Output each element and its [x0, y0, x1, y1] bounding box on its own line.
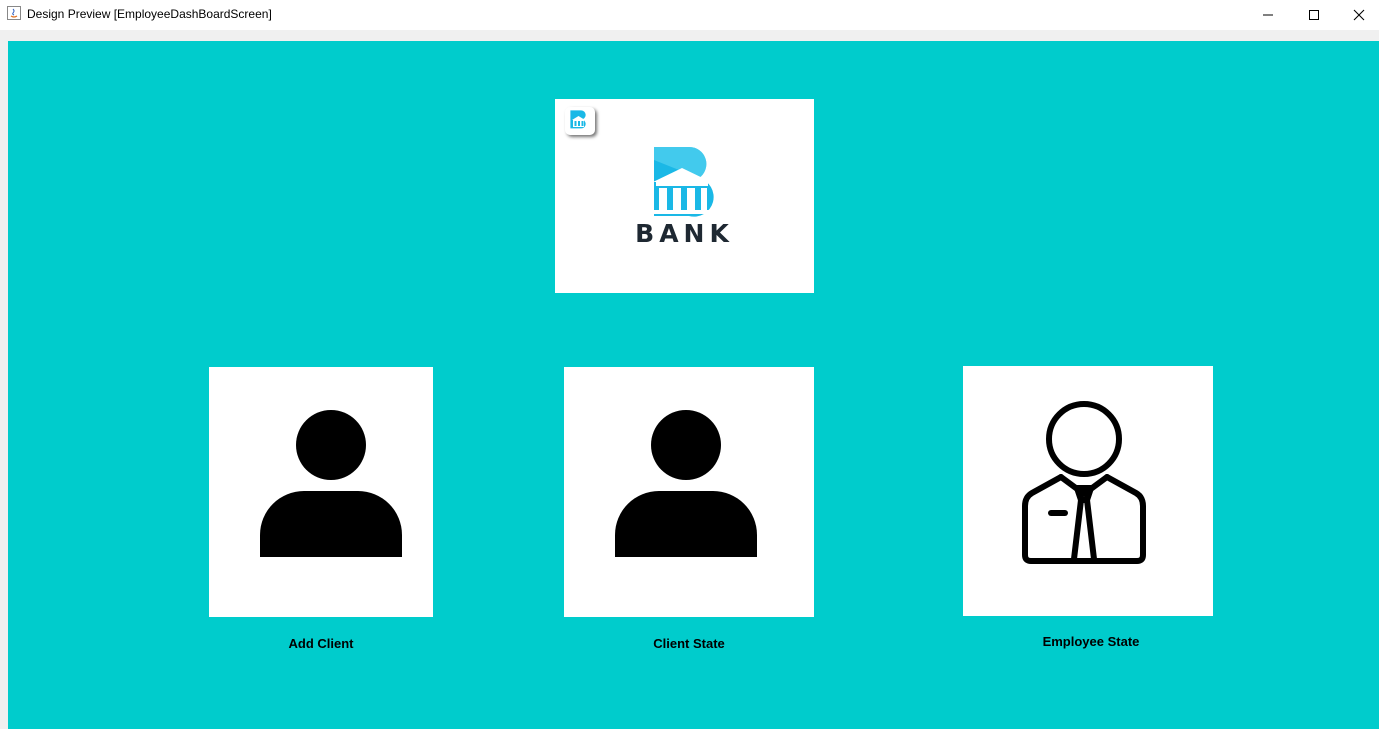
employee-tie-icon — [1022, 401, 1146, 564]
maximize-icon — [1309, 10, 1319, 20]
bank-logo-text: BANK — [635, 219, 734, 248]
add-client-label[interactable]: Add Client — [196, 636, 446, 651]
minimize-button[interactable] — [1245, 0, 1291, 30]
bank-building-icon — [653, 146, 714, 217]
employee-state-button[interactable] — [963, 366, 1213, 616]
bank-logo: BANK — [555, 99, 814, 293]
employee-state-label[interactable]: Employee State — [966, 634, 1216, 649]
close-button[interactable] — [1336, 0, 1379, 30]
close-icon — [1353, 9, 1365, 21]
bank-app-icon — [565, 107, 595, 135]
dashboard-panel: BANK Add Client Client State Employee St… — [8, 41, 1379, 729]
minimize-icon — [1263, 14, 1273, 16]
window-title: Design Preview [EmployeeDashBoardScreen] — [27, 7, 272, 21]
java-app-icon — [7, 6, 21, 20]
maximize-button[interactable] — [1291, 0, 1337, 30]
user-silhouette-icon — [260, 410, 402, 557]
user-silhouette-icon — [615, 410, 757, 557]
client-state-label[interactable]: Client State — [564, 636, 814, 651]
window-titlebar: Design Preview [EmployeeDashBoardScreen] — [0, 0, 1379, 30]
client-state-button[interactable] — [564, 367, 814, 617]
add-client-button[interactable] — [209, 367, 433, 617]
